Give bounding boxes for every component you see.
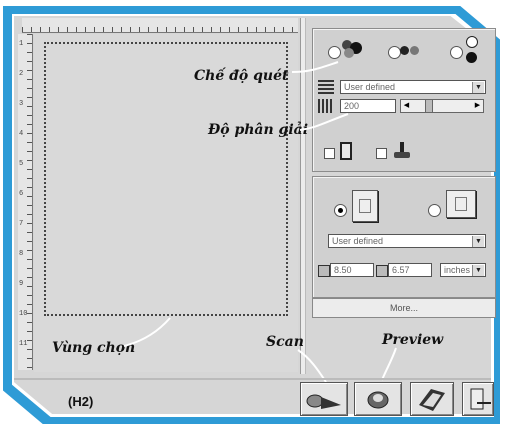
- height-value: 6.57: [392, 265, 410, 275]
- size-select-value: User defined: [332, 236, 384, 246]
- height-field[interactable]: 6.57: [388, 263, 432, 277]
- chevron-down-icon: ▼: [472, 265, 484, 276]
- preview-scanner-icon: [367, 391, 389, 409]
- width-value: 8.50: [334, 265, 352, 275]
- resolution-arrow: [299, 113, 349, 131]
- exit-button[interactable]: [462, 382, 494, 416]
- scan-button[interactable]: [300, 382, 348, 416]
- option-checkbox-2[interactable]: [376, 148, 387, 159]
- chevron-down-icon: ▼: [472, 82, 484, 93]
- ruler-mark: 7: [19, 220, 24, 228]
- slider-right-arrow[interactable]: ▶: [472, 100, 483, 112]
- mode-select-value: User defined: [344, 82, 396, 92]
- preview-arrow: [381, 347, 397, 381]
- help-book-icon: [419, 389, 445, 411]
- option-checkbox-1[interactable]: [324, 148, 335, 159]
- exit-icon: [470, 388, 491, 410]
- document-icon: [340, 142, 352, 160]
- chevron-down-icon: ▼: [472, 236, 484, 247]
- ruler-mark: 5: [19, 160, 24, 168]
- scanner-icon: [306, 394, 341, 409]
- resolution-slider[interactable]: ◀ ▶: [400, 99, 484, 113]
- mode-select[interactable]: User defined ▼: [340, 80, 486, 94]
- grayscale-mode-icon: [400, 44, 424, 58]
- ruler-mark: 10: [19, 310, 28, 318]
- scan-arrow: [297, 349, 327, 383]
- width-field[interactable]: 8.50: [330, 263, 374, 277]
- ruler-mark: 3: [19, 100, 24, 108]
- slider-thumb[interactable]: [425, 100, 433, 112]
- width-icon: [318, 265, 330, 277]
- selection-arrow: [123, 317, 171, 347]
- figure-caption: (H2): [68, 394, 94, 409]
- preview-button[interactable]: [354, 382, 402, 416]
- top-ruler: [22, 18, 298, 33]
- scan-mode-label: Chế độ quét: [194, 68, 289, 84]
- color-tool-icon: [394, 142, 410, 160]
- bottom-bar: [14, 378, 491, 380]
- help-button[interactable]: [410, 382, 454, 416]
- ruler-mark: 6: [19, 190, 24, 198]
- ruler-mark: 11: [19, 340, 28, 348]
- mode-bw-radio[interactable]: [450, 46, 463, 59]
- scan-mode-arrow: [291, 61, 339, 73]
- color-mode-icon: [342, 40, 364, 60]
- resolution-label: Độ phân giải: [208, 122, 309, 138]
- portrait-icon: [352, 190, 378, 222]
- portrait-radio[interactable]: [334, 204, 347, 217]
- units-select-value: inches: [444, 265, 471, 275]
- units-select[interactable]: inches ▼: [440, 263, 486, 277]
- ruler-mark: 2: [19, 70, 24, 78]
- ruler-mark: 9: [19, 280, 24, 288]
- more-button[interactable]: More...: [312, 298, 496, 318]
- settings-icon: [318, 80, 334, 94]
- ruler-mark: 1: [19, 40, 24, 48]
- slider-left-arrow[interactable]: ◀: [401, 100, 412, 112]
- ruler-mark: 4: [19, 130, 24, 138]
- ruler-mark: 8: [19, 250, 24, 258]
- height-icon: [376, 265, 388, 277]
- landscape-icon: [446, 190, 476, 218]
- size-select[interactable]: User defined ▼: [328, 234, 486, 248]
- landscape-radio[interactable]: [428, 204, 441, 217]
- bw-mode-icon: [464, 36, 480, 66]
- left-ruler: [18, 34, 33, 370]
